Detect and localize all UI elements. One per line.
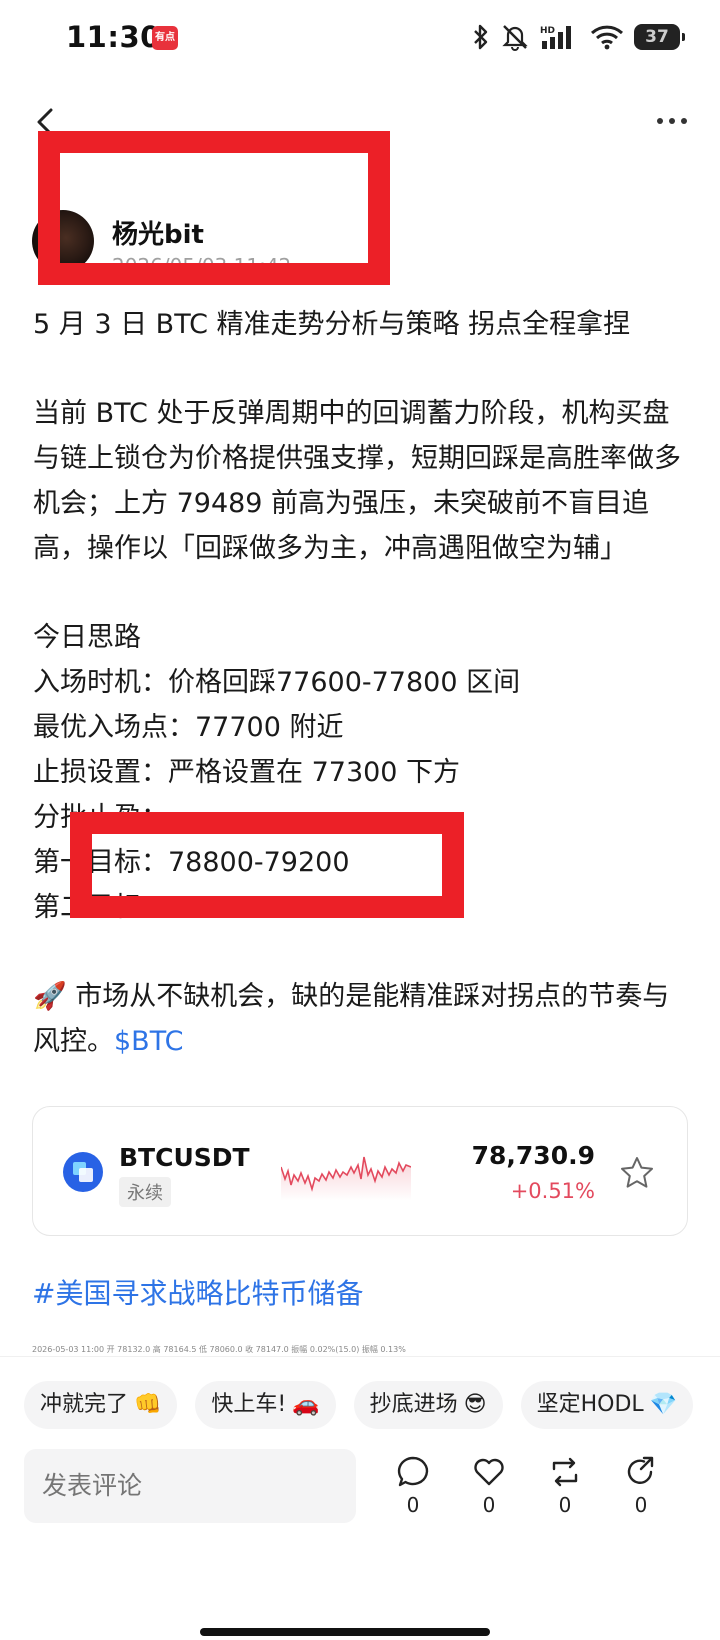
gem-icon: 💎 bbox=[649, 1392, 678, 1417]
quick-reply-chip[interactable]: 坚定HODL 💎 bbox=[520, 1381, 694, 1429]
price-sparkline bbox=[281, 1156, 411, 1201]
sunglasses-icon: 😎 bbox=[463, 1392, 487, 1417]
coin-icon bbox=[63, 1152, 103, 1192]
chip-label: 冲就完了 bbox=[40, 1392, 129, 1417]
quick-reply-chip[interactable]: 冲就完了 👊 bbox=[24, 1381, 178, 1429]
ticker-price: 78,730.9 bbox=[471, 1141, 595, 1170]
chip-label: 抄底进场 bbox=[369, 1392, 458, 1417]
post-body: 5 月 3 日 BTC 精准走势分析与策略 拐点全程拿捏 当前 BTC 处于反弹… bbox=[33, 302, 693, 1064]
chip-label: 坚定HODL bbox=[536, 1392, 644, 1417]
like-button[interactable]: 0 bbox=[464, 1455, 514, 1517]
repost-icon bbox=[552, 1457, 578, 1487]
like-count: 0 bbox=[482, 1493, 496, 1517]
repost-count: 0 bbox=[558, 1493, 572, 1517]
ticker-pair: BTCUSDT bbox=[119, 1143, 250, 1172]
more-dot bbox=[681, 118, 687, 124]
status-time: 11:30 bbox=[66, 20, 161, 54]
heart-icon bbox=[474, 1458, 504, 1486]
ticker-card[interactable]: BTCUSDT 永续 78,730.9 +0.51% bbox=[32, 1106, 688, 1236]
quick-reply-chip[interactable]: 快上车! 🚗 bbox=[195, 1381, 336, 1429]
share-button[interactable]: 0 bbox=[616, 1455, 666, 1517]
svg-text:HD: HD bbox=[540, 26, 555, 36]
more-button[interactable] bbox=[650, 106, 694, 136]
closing-line: 🚀 市场从不缺机会，缺的是能精准踩对拐点的节奏与风控。$BTC bbox=[33, 974, 693, 1064]
comment-button[interactable]: 0 bbox=[388, 1455, 438, 1517]
strategy-line: 止损设置：严格设置在 77300 下方 bbox=[33, 757, 461, 788]
post-paragraph: 当前 BTC 处于反弹周期中的回调蓄力阶段，机构买盘与链上锁仓为价格提供强支撑，… bbox=[33, 398, 681, 564]
more-dot bbox=[669, 118, 675, 124]
bluetooth-icon bbox=[474, 24, 488, 50]
home-indicator[interactable] bbox=[200, 1628, 490, 1636]
more-horizontal-icon bbox=[657, 118, 663, 124]
topic-hashtag[interactable]: #美国寻求战略比特币储备 bbox=[32, 1272, 363, 1312]
status-icons: HD 37 bbox=[472, 22, 685, 52]
comment-count: 0 bbox=[406, 1493, 420, 1517]
bottom-panel: 冲就完了👊 快上车!🚗 抄底进场😎 坚定HODL💎 0 0 0 0 bbox=[0, 1356, 720, 1640]
wifi-icon bbox=[590, 25, 624, 50]
star-outline-icon[interactable] bbox=[619, 1155, 655, 1191]
chip-label: 快上车! bbox=[211, 1392, 287, 1417]
comment-input[interactable] bbox=[24, 1449, 356, 1523]
battery-icon: 37 bbox=[634, 24, 685, 50]
redaction-box bbox=[38, 131, 390, 285]
comment-bubble-icon bbox=[397, 1456, 429, 1487]
post-title: 5 月 3 日 BTC 精准走势分析与策略 拐点全程拿捏 bbox=[33, 309, 631, 340]
btc-tag-link[interactable]: $BTC bbox=[114, 1026, 183, 1057]
quick-reply-chip[interactable]: 抄底进场 😎 bbox=[353, 1381, 503, 1429]
app-badge-icon: 有点 bbox=[152, 26, 178, 50]
mute-icon bbox=[502, 25, 528, 51]
hd-signal-icon: HD bbox=[540, 26, 571, 49]
share-icon bbox=[627, 1456, 654, 1484]
ticker-change: +0.51% bbox=[510, 1179, 595, 1203]
share-count: 0 bbox=[634, 1493, 648, 1517]
redaction-box bbox=[70, 812, 464, 918]
strategy-line: 最优入场点：77700 附近 bbox=[33, 712, 344, 743]
section-title: 今日思路 bbox=[33, 622, 141, 653]
car-icon: 🚗 bbox=[292, 1392, 320, 1417]
status-bar: 11:30 有点 HD 37 bbox=[0, 0, 720, 80]
quick-replies: 冲就完了 👊 快上车! 🚗 抄底进场 😎 坚定HODL 💎 bbox=[24, 1381, 694, 1429]
fist-icon: 👊 bbox=[134, 1392, 162, 1417]
repost-button[interactable]: 0 bbox=[540, 1455, 590, 1517]
contract-type-badge: 永续 bbox=[119, 1177, 171, 1207]
strategy-line: 入场时机：价格回踩77600-77800 区间 bbox=[33, 667, 521, 698]
